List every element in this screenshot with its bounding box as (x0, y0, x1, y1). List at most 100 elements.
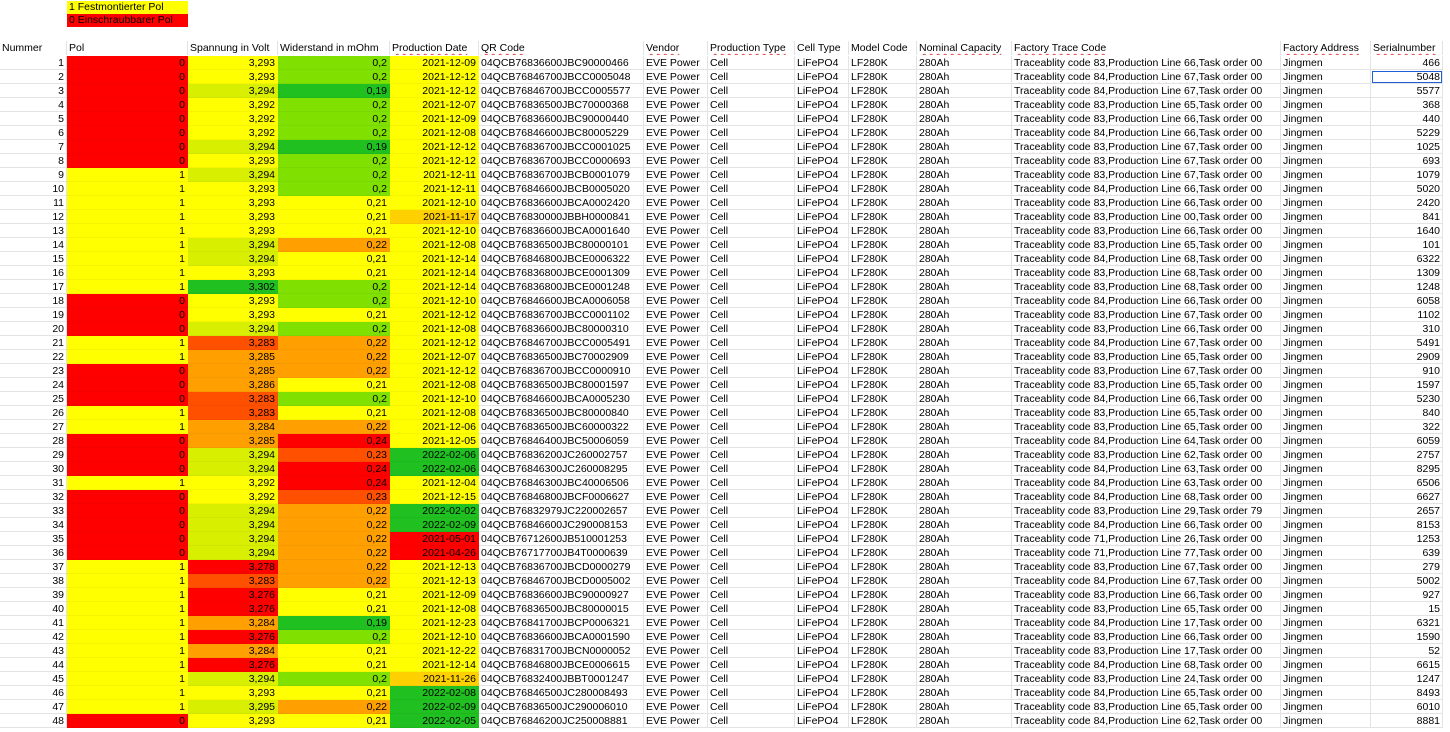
cell-factory-address[interactable]: Jingmen (1281, 140, 1371, 154)
cell-spannung[interactable]: 3,276 (188, 602, 278, 616)
cell-serialnumber[interactable]: 2757 (1371, 448, 1443, 462)
cell-factory-trace-code[interactable]: Traceablity code 83,Production Line 65,T… (1012, 98, 1281, 112)
cell-production-type[interactable]: Cell (708, 420, 795, 434)
cell-nummer[interactable]: 1 (0, 56, 67, 70)
cell-vendor[interactable]: EVE Power (644, 476, 708, 490)
cell-serialnumber[interactable]: 1102 (1371, 308, 1443, 322)
cell-model-code[interactable]: LF280K (849, 616, 917, 630)
cell-nominal-capacity[interactable]: 280Ah (917, 196, 1012, 210)
cell-factory-trace-code[interactable]: Traceablity code 83,Production Line 65,T… (1012, 350, 1281, 364)
cell-model-code[interactable]: LF280K (849, 238, 917, 252)
cell-production-date[interactable]: 2021-12-12 (390, 84, 479, 98)
cell-production-type[interactable]: Cell (708, 252, 795, 266)
cell-production-type[interactable]: Cell (708, 434, 795, 448)
cell-widerstand[interactable]: 0,2 (278, 70, 390, 84)
cell-vendor[interactable]: EVE Power (644, 168, 708, 182)
header-serialnumber[interactable]: Serialnumber (1371, 41, 1443, 55)
cell-qr-code[interactable]: 04QCB76712600JB510001253 (479, 532, 644, 546)
cell-serialnumber[interactable]: 693 (1371, 154, 1443, 168)
cell-model-code[interactable]: LF280K (849, 364, 917, 378)
cell-qr-code[interactable]: 04QCB76846800JBCF0006627 (479, 490, 644, 504)
cell-qr-code[interactable]: 04QCB76836200JC260002757 (479, 448, 644, 462)
cell-production-type[interactable]: Cell (708, 462, 795, 476)
cell-production-type[interactable]: Cell (708, 448, 795, 462)
cell-factory-trace-code[interactable]: Traceablity code 84,Production Line 64,T… (1012, 434, 1281, 448)
cell-serialnumber[interactable]: 440 (1371, 112, 1443, 126)
cell-nominal-capacity[interactable]: 280Ah (917, 378, 1012, 392)
cell-production-type[interactable]: Cell (708, 140, 795, 154)
cell-cell-type[interactable]: LiFePO4 (795, 420, 849, 434)
cell-production-type[interactable]: Cell (708, 616, 795, 630)
cell-vendor[interactable]: EVE Power (644, 56, 708, 70)
cell-nominal-capacity[interactable]: 280Ah (917, 504, 1012, 518)
cell-qr-code[interactable]: 04QCB76846600JBCA0006058 (479, 294, 644, 308)
cell-pol[interactable]: 0 (67, 294, 188, 308)
cell-serialnumber[interactable]: 8295 (1371, 462, 1443, 476)
cell-qr-code[interactable]: 04QCB76846300JC260008295 (479, 462, 644, 476)
cell-serialnumber[interactable]: 1309 (1371, 266, 1443, 280)
cell-cell-type[interactable]: LiFePO4 (795, 714, 849, 728)
cell-production-date[interactable]: 2021-12-11 (390, 168, 479, 182)
cell-nummer[interactable]: 17 (0, 280, 67, 294)
cell-widerstand[interactable]: 0,2 (278, 294, 390, 308)
cell-cell-type[interactable]: LiFePO4 (795, 700, 849, 714)
cell-qr-code[interactable]: 04QCB76846700JBCC0005577 (479, 84, 644, 98)
cell-cell-type[interactable]: LiFePO4 (795, 210, 849, 224)
cell-qr-code[interactable]: 04QCB76846600JBCA0005230 (479, 392, 644, 406)
header-pol[interactable]: Pol (67, 41, 188, 55)
cell-cell-type[interactable]: LiFePO4 (795, 630, 849, 644)
cell-factory-trace-code[interactable]: Traceablity code 84,Production Line 66,T… (1012, 294, 1281, 308)
cell-cell-type[interactable]: LiFePO4 (795, 616, 849, 630)
cell-production-date[interactable]: 2021-12-14 (390, 266, 479, 280)
cell-production-type[interactable]: Cell (708, 602, 795, 616)
cell-qr-code[interactable]: 04QCB76841700JBCP0006321 (479, 616, 644, 630)
cell-production-date[interactable]: 2021-12-08 (390, 126, 479, 140)
cell-pol[interactable]: 1 (67, 336, 188, 350)
cell-production-date[interactable]: 2021-12-12 (390, 140, 479, 154)
cell-production-date[interactable]: 2021-12-13 (390, 574, 479, 588)
cell-cell-type[interactable]: LiFePO4 (795, 546, 849, 560)
cell-widerstand[interactable]: 0,22 (278, 700, 390, 714)
cell-production-date[interactable]: 2021-12-08 (390, 322, 479, 336)
cell-widerstand[interactable]: 0,2 (278, 112, 390, 126)
cell-spannung[interactable]: 3,293 (188, 70, 278, 84)
cell-nummer[interactable]: 30 (0, 462, 67, 476)
cell-cell-type[interactable]: LiFePO4 (795, 448, 849, 462)
cell-nummer[interactable]: 23 (0, 364, 67, 378)
cell-pol[interactable]: 0 (67, 546, 188, 560)
cell-nominal-capacity[interactable]: 280Ah (917, 252, 1012, 266)
cell-production-date[interactable]: 2022-02-06 (390, 462, 479, 476)
cell-nummer[interactable]: 41 (0, 616, 67, 630)
cell-cell-type[interactable]: LiFePO4 (795, 350, 849, 364)
cell-vendor[interactable]: EVE Power (644, 378, 708, 392)
cell-widerstand[interactable]: 0,21 (278, 210, 390, 224)
cell-serialnumber[interactable]: 5491 (1371, 336, 1443, 350)
cell-spannung[interactable]: 3,293 (188, 182, 278, 196)
cell-factory-trace-code[interactable]: Traceablity code 83,Production Line 62,T… (1012, 448, 1281, 462)
cell-serialnumber[interactable]: 8153 (1371, 518, 1443, 532)
cell-qr-code[interactable]: 04QCB76836500JBC80000101 (479, 238, 644, 252)
cell-factory-trace-code[interactable]: Traceablity code 84,Production Line 68,T… (1012, 658, 1281, 672)
spreadsheet-grid[interactable]: 1 Festmontierter Pol 0 Einschraubbarer P… (0, 0, 1450, 732)
cell-serialnumber[interactable]: 6321 (1371, 616, 1443, 630)
cell-spannung[interactable]: 3,293 (188, 308, 278, 322)
cell-factory-address[interactable]: Jingmen (1281, 490, 1371, 504)
cell-production-date[interactable]: 2021-12-12 (390, 70, 479, 84)
cell-factory-address[interactable]: Jingmen (1281, 714, 1371, 728)
cell-factory-address[interactable]: Jingmen (1281, 574, 1371, 588)
cell-pol[interactable]: 0 (67, 98, 188, 112)
cell-production-type[interactable]: Cell (708, 154, 795, 168)
cell-production-date[interactable]: 2021-12-06 (390, 420, 479, 434)
cell-production-date[interactable]: 2021-12-09 (390, 112, 479, 126)
cell-spannung[interactable]: 3,285 (188, 350, 278, 364)
cell-widerstand[interactable]: 0,21 (278, 686, 390, 700)
cell-model-code[interactable]: LF280K (849, 700, 917, 714)
cell-production-date[interactable]: 2021-12-11 (390, 182, 479, 196)
header-production-type[interactable]: Production Type (708, 41, 795, 55)
cell-model-code[interactable]: LF280K (849, 350, 917, 364)
cell-factory-address[interactable]: Jingmen (1281, 308, 1371, 322)
cell-cell-type[interactable]: LiFePO4 (795, 84, 849, 98)
cell-model-code[interactable]: LF280K (849, 336, 917, 350)
cell-production-type[interactable]: Cell (708, 406, 795, 420)
cell-widerstand[interactable]: 0,22 (278, 504, 390, 518)
